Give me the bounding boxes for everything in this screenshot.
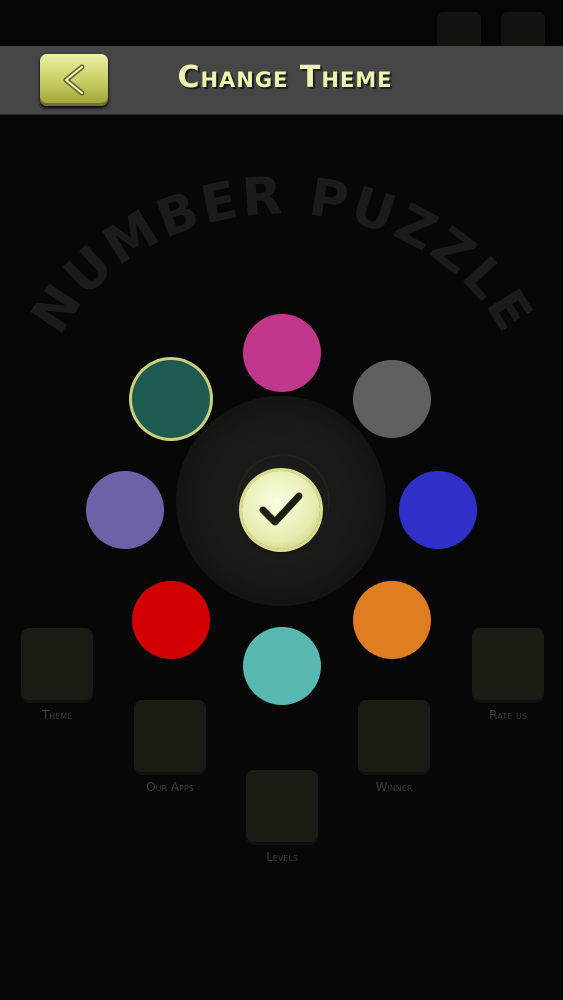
levels-tile [246,770,318,842]
our-apps-tile [134,700,206,772]
swatch-magenta[interactable] [243,314,321,392]
checkmark-icon [259,492,303,526]
winner-tile [358,700,430,772]
swatch-turquoise[interactable] [243,627,321,705]
shield-icon [437,12,481,48]
themes-label: Theme [41,708,73,722]
rate-us-tile [472,628,544,700]
swatch-dark-teal[interactable] [132,360,210,438]
levels-label: Levels [266,850,298,864]
confirm-theme-button[interactable] [242,471,320,549]
rate-us-label: Rate us [489,708,527,722]
chevron-left-icon [63,64,85,96]
swatch-blue[interactable] [399,471,477,549]
our-apps-label: Our Apps [146,780,194,794]
swatch-orange[interactable] [353,581,431,659]
swatch-lavender[interactable] [86,471,164,549]
themes-tile [21,628,93,700]
winner-label: Winner [375,780,413,794]
swatch-gray[interactable] [353,360,431,438]
share-icon [501,12,545,48]
page-title: Change Theme [177,60,393,95]
back-button[interactable] [40,54,108,106]
header-bar: Change Theme [0,46,563,115]
swatch-red[interactable] [132,581,210,659]
